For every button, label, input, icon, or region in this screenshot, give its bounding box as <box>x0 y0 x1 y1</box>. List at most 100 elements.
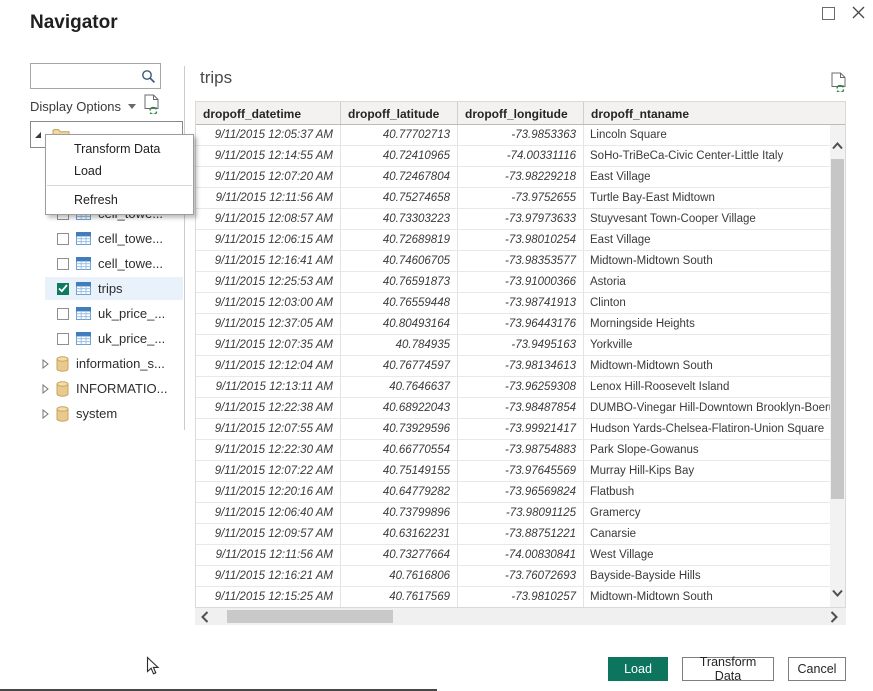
cell: -73.98741913 <box>458 293 584 313</box>
close-icon <box>852 6 865 19</box>
cell: 9/11/2015 12:09:57 AM <box>196 524 341 544</box>
cell: 9/11/2015 12:20:16 AM <box>196 482 341 502</box>
tree-item-cell-towe[interactable]: cell_towe... <box>30 226 183 251</box>
expand-arrow-icon[interactable] <box>42 384 49 394</box>
cell: -73.97645569 <box>458 461 584 481</box>
dialog-title: Navigator <box>30 12 118 34</box>
tree-item-uk-price[interactable]: uk_price_... <box>30 326 183 351</box>
cell: 9/11/2015 12:15:25 AM <box>196 587 341 607</box>
cell: Gramercy <box>584 503 830 523</box>
scroll-up-icon[interactable] <box>832 137 843 155</box>
cell: 40.73303223 <box>341 209 458 229</box>
cell: 9/11/2015 12:08:57 AM <box>196 209 341 229</box>
cell: Murray Hill-Kips Bay <box>584 461 830 481</box>
database-icon <box>56 356 69 372</box>
table-row: 9/11/2015 12:20:16 AM40.64779282-73.9656… <box>196 482 830 503</box>
table-row: 9/11/2015 12:07:35 AM40.784935-73.949516… <box>196 335 830 356</box>
checkbox[interactable] <box>57 283 69 295</box>
table-row: 9/11/2015 12:25:53 AM40.76591873-73.9100… <box>196 272 830 293</box>
menu-item-refresh[interactable]: Refresh <box>46 189 193 211</box>
cell: 9/11/2015 12:07:20 AM <box>196 167 341 187</box>
cell: 9/11/2015 12:05:37 AM <box>196 125 341 145</box>
table-row: 9/11/2015 12:16:41 AM40.74606705-73.9835… <box>196 251 830 272</box>
table-body: 9/11/2015 12:05:37 AM40.77702713-73.9853… <box>196 125 830 607</box>
tree-item-informatio[interactable]: INFORMATIO... <box>30 376 183 401</box>
cell: 40.66770554 <box>341 440 458 460</box>
checkbox[interactable] <box>57 308 69 320</box>
cell: Morningside Heights <box>584 314 830 334</box>
cell: East Village <box>584 167 830 187</box>
maximize-button[interactable] <box>822 7 835 20</box>
cell: 40.73799896 <box>341 503 458 523</box>
column-header-dropoff_ntaname[interactable]: dropoff_ntaname <box>584 102 845 124</box>
load-button[interactable]: Load <box>608 657 668 681</box>
cell: 9/11/2015 12:12:04 AM <box>196 356 341 376</box>
cell: Lincoln Square <box>584 125 830 145</box>
tree-item-uk-price[interactable]: uk_price_... <box>30 301 183 326</box>
column-header-dropoff_datetime[interactable]: dropoff_datetime <box>196 102 341 124</box>
cell: 40.7646637 <box>341 377 458 397</box>
table-row: 9/11/2015 12:05:37 AM40.77702713-73.9853… <box>196 125 830 146</box>
cell: 9/11/2015 12:22:30 AM <box>196 440 341 460</box>
horizontal-scroll-thumb[interactable] <box>227 610 393 623</box>
checkbox[interactable] <box>57 258 69 270</box>
cell: -73.98353577 <box>458 251 584 271</box>
column-header-dropoff_longitude[interactable]: dropoff_longitude <box>458 102 584 124</box>
menu-item-transform-data[interactable]: Transform Data <box>46 138 193 160</box>
tree-item-label: cell_towe... <box>98 231 163 246</box>
close-button[interactable] <box>850 4 866 20</box>
cell: 40.75274658 <box>341 188 458 208</box>
cell: 40.72467804 <box>341 167 458 187</box>
search-icon[interactable] <box>141 69 156 84</box>
scroll-down-icon[interactable] <box>832 584 843 602</box>
table-row: 9/11/2015 12:11:56 AM40.73277664-74.0083… <box>196 545 830 566</box>
table-row: 9/11/2015 12:15:25 AM40.7617569-73.98102… <box>196 587 830 607</box>
cell: 9/11/2015 12:13:11 AM <box>196 377 341 397</box>
menu-item-load[interactable]: Load <box>46 160 193 182</box>
preview-table: dropoff_datetimedropoff_latitudedropoff_… <box>195 101 846 608</box>
cell: 40.76559448 <box>341 293 458 313</box>
cancel-button[interactable]: Cancel <box>788 657 846 681</box>
cell: -73.9853363 <box>458 125 584 145</box>
cell: Bayside-Bayside Hills <box>584 566 830 586</box>
cell: 40.64779282 <box>341 482 458 502</box>
database-icon <box>56 406 69 422</box>
table-row: 9/11/2015 12:22:30 AM40.66770554-73.9875… <box>196 440 830 461</box>
table-icon <box>76 282 91 295</box>
cell: -73.9752655 <box>458 188 584 208</box>
display-options-dropdown[interactable]: Display Options <box>30 99 136 114</box>
scroll-left-icon[interactable] <box>201 610 209 628</box>
refresh-preview-icon[interactable] <box>831 72 848 92</box>
cell: 9/11/2015 12:11:56 AM <box>196 188 341 208</box>
checkbox[interactable] <box>57 233 69 245</box>
preview-title: trips <box>200 68 232 88</box>
scroll-right-icon[interactable] <box>830 610 838 628</box>
tree-item-trips[interactable]: trips <box>30 276 183 301</box>
navigator-tree: cell_towe...cell_towe...cell_towe...trip… <box>30 201 183 426</box>
tree-item-information-s[interactable]: information_s... <box>30 351 183 376</box>
table-icon <box>76 307 91 320</box>
refresh-source-icon[interactable] <box>144 94 161 114</box>
vertical-scroll-thumb[interactable] <box>831 159 844 499</box>
cell: East Village <box>584 230 830 250</box>
tree-item-system[interactable]: system <box>30 401 183 426</box>
expand-arrow-icon[interactable] <box>42 359 49 369</box>
checkbox[interactable] <box>57 333 69 345</box>
cell: 40.73277664 <box>341 545 458 565</box>
transform-data-button[interactable]: Transform Data <box>682 657 774 681</box>
cell: -74.00331116 <box>458 146 584 166</box>
cell: 40.76591873 <box>341 272 458 292</box>
expanded-triangle-icon[interactable] <box>34 131 42 139</box>
column-header-dropoff_latitude[interactable]: dropoff_latitude <box>341 102 458 124</box>
chevron-down-icon <box>128 104 136 109</box>
tree-item-cell-towe[interactable]: cell_towe... <box>30 251 183 276</box>
cell: -73.91000366 <box>458 272 584 292</box>
search-box <box>30 63 161 89</box>
expand-arrow-icon[interactable] <box>42 409 49 419</box>
vertical-scrollbar[interactable] <box>830 125 845 607</box>
cell: -73.9495163 <box>458 335 584 355</box>
horizontal-scrollbar[interactable] <box>195 608 846 625</box>
cell: 40.784935 <box>341 335 458 355</box>
cell: 40.75149155 <box>341 461 458 481</box>
table-row: 9/11/2015 12:09:57 AM40.63162231-73.8875… <box>196 524 830 545</box>
